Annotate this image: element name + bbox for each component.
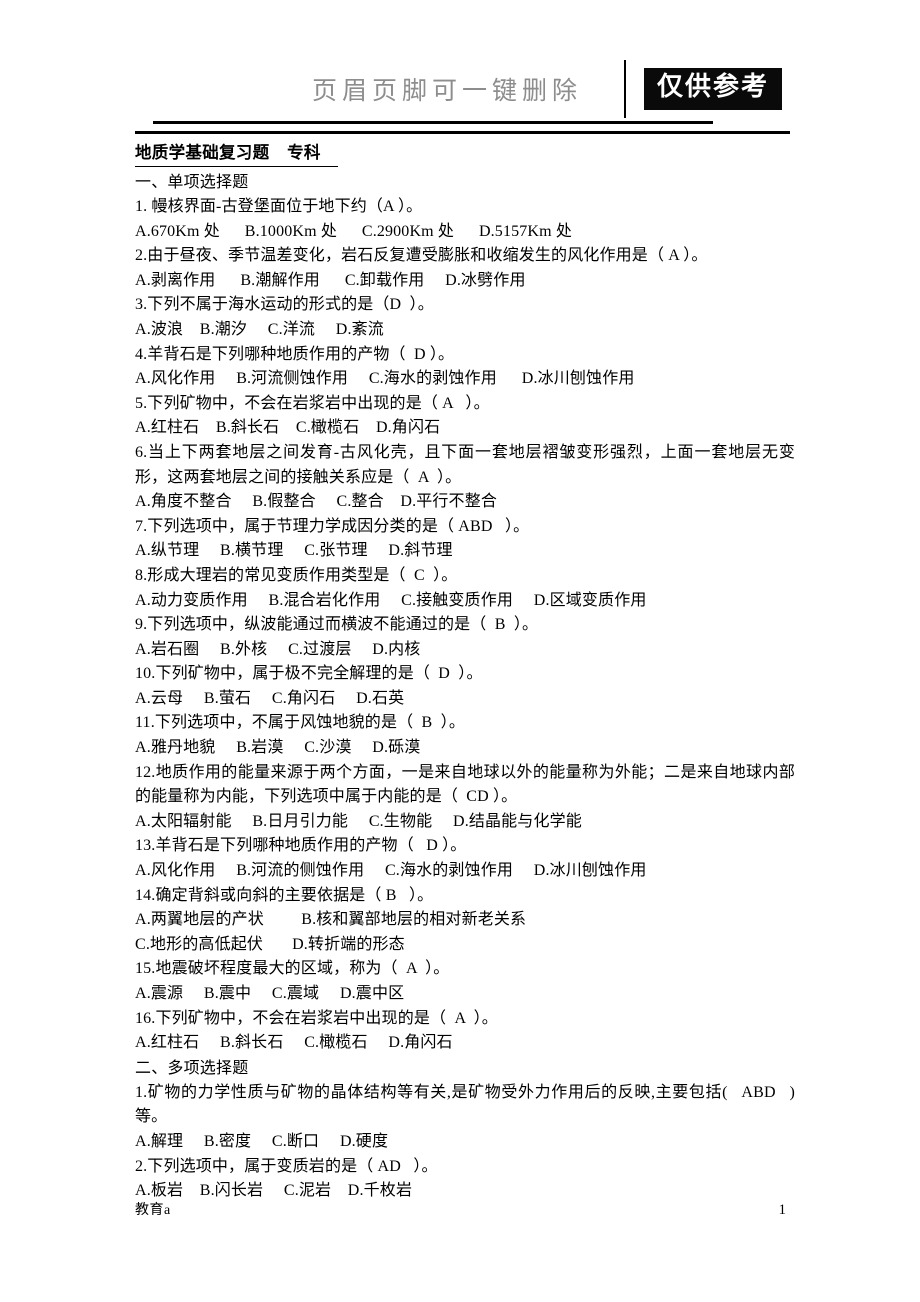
question-stem: 13.羊背石是下列哪种地质作用的产物（ D ）。 (135, 837, 467, 855)
header-watermark-text: 页眉页脚可一键删除 (311, 76, 582, 105)
question-options: A.云母 B.萤石 C.角闪石 D.石英 (135, 689, 405, 707)
question-options: A.风化作用 B.河流侧蚀作用 C.海水的剥蚀作用 D.冰川刨蚀作用 (135, 370, 635, 388)
question-stem: 12.地质作用的能量来源于两个方面，一是来自地球以外的能量称为外能；二是来自地球… (135, 763, 795, 806)
page-title: 地质学基础复习题 专科 (135, 141, 339, 167)
question-options: A.太阳辐射能 B.日月引力能 C.生物能 D.结晶能与化学能 (135, 812, 582, 830)
question-options: A.角度不整合 B.假整合 C.整合 D.平行不整合 (135, 493, 498, 511)
sections-container: 一、单项选择题 1. 幔核界面-古登堡面位于地下约（A ）。 A.670Km 处 B… (135, 170, 795, 1204)
question-options: A.红柱石 B.斜长石 C.橄榄石 D.角闪石 (135, 1034, 453, 1052)
question-stem: 9.下列选项中，纵波能通过而横波不能通过的是（ B ）。 (135, 616, 539, 634)
question-stem: 11.下列选项中，不属于风蚀地貌的是（ B ）。 (135, 714, 465, 732)
question-options: A.纵节理 B.横节理 C.张节理 D.斜节理 (135, 542, 453, 560)
question-options: A.670Km 处 B.1000Km 处 C.2900Km 处 D.5157Km… (135, 222, 573, 240)
footer-left-label: 教育a (135, 1203, 171, 1218)
question-stem: 16.下列矿物中，不会在岩浆岩中出现的是（ A ）。 (135, 1009, 498, 1027)
question-options: A.震源 B.震中 C.震域 D.震中区 (135, 985, 405, 1002)
header-row: 页眉页脚可一键删除 仅供参考 (135, 58, 790, 120)
question-stem: 2.由于昼夜、季节温差变化，岩石反复遭受膨胀和收缩发生的风化作用是（ A ）。 (135, 247, 708, 265)
header-vertical-divider (623, 60, 626, 118)
question-stem: 4.羊背石是下列哪种地质作用的产物（ D ）。 (135, 345, 455, 363)
question-stem: 1.矿物的力学性质与矿物的晶体结构等有关,是矿物受外力作用后的反映,主要包括( … (135, 1083, 795, 1126)
document-content: 地质学基础复习题 专科 一、单项选择题 1. 幔核界面-古登堡面位于地下约（A ）… (135, 141, 795, 1204)
question-options: A.红柱石 B.斜长石 C.橄榄石 D.角闪石 (135, 419, 441, 437)
footer-page-number: 1 (778, 1202, 787, 1218)
page-header: 页眉页脚可一键删除 仅供参考 (135, 58, 790, 130)
section-heading: 二、多项选择题 (135, 1059, 249, 1077)
question-stem: 10.下列矿物中，属于极不完全解理的是（ D ）。 (135, 665, 483, 683)
question-stem: 3.下列不属于海水运动的形式的是（D ）。 (135, 296, 434, 314)
question-stem: 7.下列选项中，属于节理力学成因分类的是（ ABD ）。 (135, 517, 530, 535)
question-options: A.波浪 B.潮汐 C.洋流 D.紊流 (135, 320, 384, 338)
question-options: A.岩石圈 B.外核 C.过渡层 D.内核 (135, 640, 421, 658)
question-options: A.解理 B.密度 C.断口 D.硬度 (135, 1132, 389, 1150)
header-rule-full (135, 131, 790, 134)
question-stem: 2.下列选项中，属于变质岩的是（ AD ）。 (135, 1157, 438, 1175)
question-options: A.剥离作用 B.潮解作用 C.卸载作用 D.冰劈作用 (135, 271, 526, 289)
question-stem: 6.当上下两套地层之间发育-古风化壳，且下面一套地层褶皱变形强烈，上面一套地层无… (135, 443, 795, 486)
question-stem: 15.地震破坏程度最大的区域，称为（ A ）。 (135, 960, 450, 978)
question-stem: 5.下列矿物中，不会在岩浆岩中出现的是（ A ）。 (135, 394, 490, 412)
question-options: A.两翼地层的产状 B.核和翼部地层的相对新老关系 C.地形的高低起伏 D.转折… (135, 911, 527, 953)
question-stem: 1. 幔核界面-古登堡面位于地下约（A ）。 (135, 198, 423, 215)
document-page: 页眉页脚可一键删除 仅供参考 地质学基础复习题 专科 一、单项选择题 1. 幔核界… (0, 0, 920, 1302)
page-footer: 教育a 1 (135, 1200, 790, 1221)
header-reference-badge: 仅供参考 (643, 68, 782, 110)
question-options: A.雅丹地貌 B.岩漠 C.沙漠 D.砾漠 (135, 739, 421, 757)
question-options: A.动力变质作用 B.混合岩化作用 C.接触变质作用 D.区域变质作用 (135, 591, 647, 609)
question-stem: 14.确定背斜或向斜的主要依据是（ B ）。 (135, 886, 434, 904)
header-rule-short (153, 121, 713, 124)
question-options: A.风化作用 B.河流的侧蚀作用 C.海水的剥蚀作用 D.冰川刨蚀作用 (135, 862, 647, 880)
question-stem: 8.形成大理岩的常见变质作用类型是（ C ）。 (135, 566, 458, 584)
section-heading: 一、单项选择题 (135, 174, 249, 191)
